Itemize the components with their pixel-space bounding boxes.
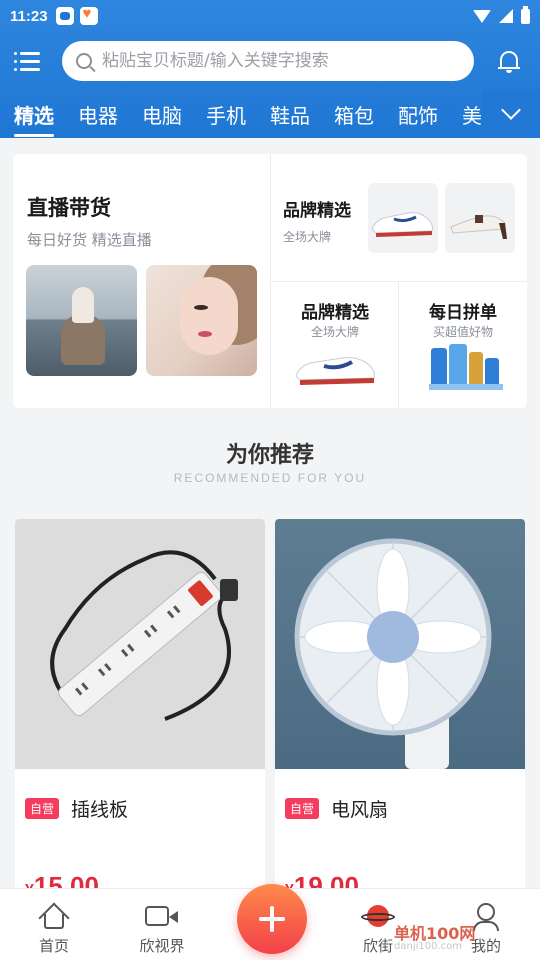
search-box[interactable]	[62, 41, 474, 81]
brand-cell-title: 品牌精选	[301, 303, 369, 323]
tab-featured[interactable]: 精选	[14, 100, 54, 137]
search-icon	[76, 53, 92, 69]
nav-video-label: 欣视界	[139, 937, 185, 955]
product-card[interactable]: 自营 插线板 ¥15.00	[15, 519, 265, 919]
user-icon	[473, 903, 499, 931]
brand-top-subtitle: 全场大牌	[283, 230, 332, 244]
tab-computers[interactable]: 电脑	[142, 100, 182, 129]
more-categories-button[interactable]	[482, 90, 540, 138]
brand-cell-subtitle: 全场大牌	[310, 325, 359, 339]
home-icon	[38, 902, 70, 934]
tab-bags[interactable]: 箱包	[334, 100, 374, 129]
recommend-subtitle: RECOMMENDED FOR YOU	[173, 471, 367, 485]
planet-icon	[361, 903, 395, 929]
power-strip-image	[15, 519, 265, 769]
tab-phones[interactable]: 手机	[206, 100, 246, 129]
tab-beauty[interactable]: 美	[462, 100, 482, 129]
feature-card: 直播带货 每日好货 精选直播 品牌精选 全场大牌 品牌精选 全场大牌 每日拼单 …	[13, 154, 527, 408]
wifi-icon	[473, 9, 491, 23]
product-name-row: 自营 插线板	[25, 795, 128, 822]
group-buy-title: 每日拼单	[429, 303, 497, 323]
brand-cell-sneaker-image[interactable]	[290, 340, 380, 396]
tab-shoes[interactable]: 鞋品	[270, 100, 310, 129]
header-bar: 11:23 精选 电器 电脑 手机 鞋品 箱包 配饰 美	[0, 0, 540, 138]
site-watermark: 单机100网 danji100.com	[394, 920, 475, 952]
nav-video[interactable]: 欣视界	[122, 903, 202, 956]
status-time: 11:23	[10, 7, 48, 25]
live-title: 直播带货	[27, 196, 111, 220]
menu-icon[interactable]	[14, 50, 40, 72]
tab-accessories[interactable]: 配饰	[398, 100, 438, 129]
electric-fan-image	[275, 519, 525, 769]
search-input[interactable]	[102, 51, 460, 71]
loafer-product-image[interactable]	[445, 183, 515, 253]
status-bar: 11:23	[0, 0, 540, 32]
battery-icon	[521, 5, 530, 24]
signal-icon	[499, 9, 513, 23]
app-notification-icon	[55, 7, 74, 25]
self-operated-badge: 自营	[285, 798, 320, 819]
group-buy-cosmetics-image[interactable]	[421, 340, 511, 396]
product-name: 电风扇	[331, 799, 389, 821]
search-row	[0, 32, 540, 90]
notification-bell-icon[interactable]	[498, 49, 520, 73]
plus-icon	[259, 906, 285, 932]
group-buy-subtitle: 买超值好物	[432, 325, 493, 339]
product-name-row: 自营 电风扇	[285, 795, 388, 822]
live-subtitle: 每日好货 精选直播	[27, 231, 152, 249]
heart-app-notification-icon	[79, 5, 98, 25]
nav-home-label: 首页	[38, 937, 69, 955]
self-operated-badge: 自营	[25, 798, 60, 819]
tab-appliances[interactable]: 电器	[78, 100, 118, 129]
nav-home[interactable]: 首页	[14, 902, 94, 956]
live-shopping-section[interactable]: 直播带货 每日好货 精选直播	[13, 154, 270, 408]
product-card[interactable]: 自营 电风扇 ¥19.00	[275, 519, 525, 919]
category-tabs: 精选 电器 电脑 手机 鞋品 箱包 配饰 美	[0, 90, 540, 138]
recommend-title: 为你推荐	[225, 443, 314, 468]
live-thumbnail-makeup[interactable]	[146, 265, 257, 376]
chevron-down-icon	[501, 100, 521, 120]
live-thumbnail-lake[interactable]	[26, 265, 137, 376]
brand-top-title: 品牌精选	[283, 201, 351, 221]
video-camera-icon	[145, 903, 179, 929]
product-name: 插线板	[71, 799, 129, 821]
create-post-button[interactable]	[237, 884, 307, 954]
sneaker-product-image[interactable]	[368, 183, 438, 253]
